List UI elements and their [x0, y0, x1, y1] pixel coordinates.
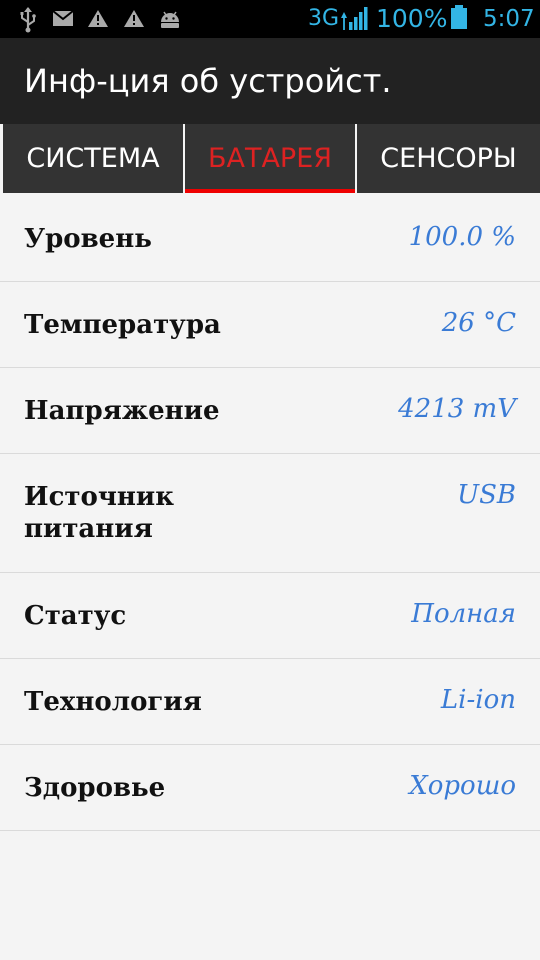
list-item-power-source: Источник питания USB	[0, 454, 540, 573]
mail-icon	[52, 10, 74, 26]
battery-percent: 100%	[376, 4, 448, 33]
tab-system-label: СИСТЕМА	[26, 143, 160, 174]
list-item-health: Здоровье Хорошо	[0, 745, 540, 831]
clock: 5:07	[483, 6, 535, 32]
tab-battery[interactable]: БАТАРЕЯ	[185, 124, 355, 193]
signal-icon	[341, 7, 368, 30]
voltage-value: 4213 mV	[398, 394, 516, 424]
temperature-label: Температура	[24, 310, 221, 340]
health-value: Хорошо	[409, 771, 516, 801]
list-item-status: Статус Полная	[0, 573, 540, 659]
tab-sensors-label: СЕНСОРЫ	[380, 143, 517, 174]
power-source-value: USB	[457, 480, 516, 510]
tab-system[interactable]: СИСТЕМА	[3, 124, 183, 193]
network-type: 3G	[308, 6, 340, 31]
level-value: 100.0 %	[408, 222, 516, 252]
technology-value: Li-ion	[440, 685, 516, 715]
level-label: Уровень	[24, 224, 152, 254]
android-icon	[161, 11, 179, 28]
status-bar: 3G 100% 5:07	[0, 0, 540, 38]
list-item-level: Уровень 100.0 %	[0, 196, 540, 282]
list-item-temperature: Температура 26 °C	[0, 282, 540, 368]
tab-sensors[interactable]: СЕНСОРЫ	[357, 124, 540, 193]
page-title: Инф-ция об устройст.	[24, 62, 392, 100]
technology-label: Технология	[24, 687, 202, 717]
list-item-voltage: Напряжение 4213 mV	[0, 368, 540, 454]
list-item-technology: Технология Li-ion	[0, 659, 540, 745]
health-label: Здоровье	[24, 773, 166, 803]
voltage-label: Напряжение	[24, 396, 220, 426]
warning-icon	[124, 10, 144, 27]
temperature-value: 26 °C	[441, 308, 516, 338]
power-source-label: Источник питания	[24, 482, 174, 544]
battery-icon	[451, 5, 467, 29]
usb-icon	[20, 7, 36, 33]
tab-battery-label: БАТАРЕЯ	[207, 143, 333, 174]
action-bar: Инф-ция об устройст.	[0, 38, 540, 124]
battery-info-list: Уровень 100.0 % Температура 26 °C Напряж…	[0, 196, 540, 831]
status-label: Статус	[24, 601, 127, 631]
warning-icon	[88, 10, 108, 27]
status-value: Полная	[411, 599, 516, 629]
tab-bar: СИСТЕМА БАТАРЕЯ СЕНСОРЫ	[0, 124, 540, 196]
